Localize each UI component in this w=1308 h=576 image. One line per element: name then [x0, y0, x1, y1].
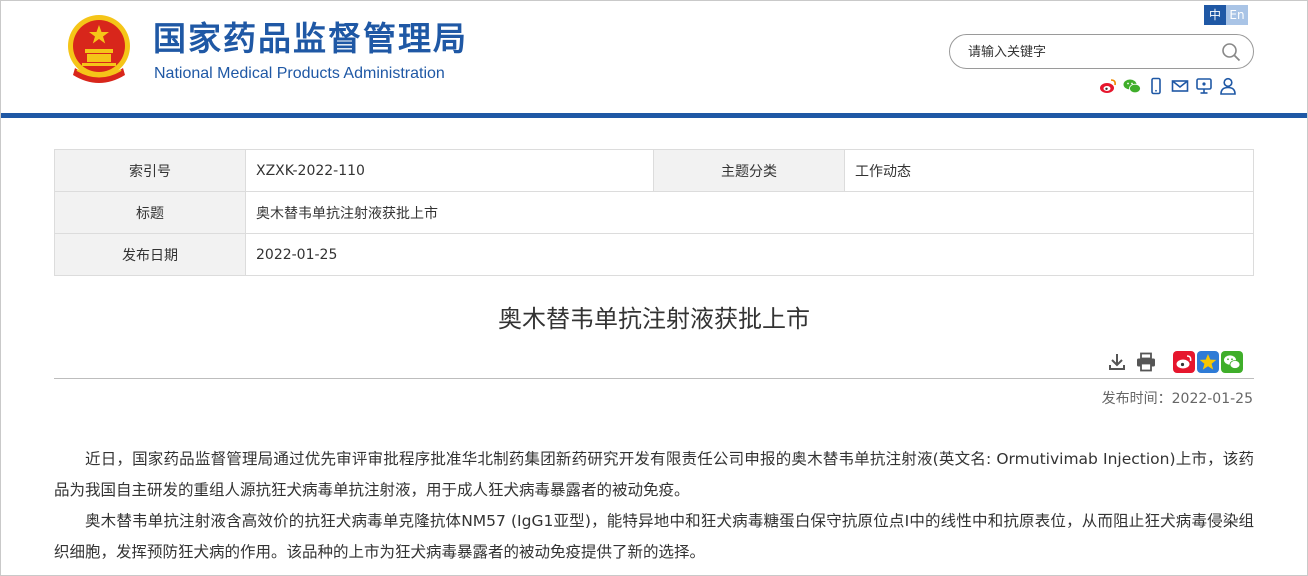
mail-icon[interactable]	[1171, 77, 1189, 95]
weibo-icon[interactable]	[1099, 77, 1117, 95]
lang-zh-button[interactable]: 中	[1204, 5, 1226, 25]
social-links	[1099, 77, 1237, 95]
date-label: 发布日期	[54, 233, 246, 276]
index-value: XZXK-2022-110	[245, 149, 654, 192]
user-icon[interactable]	[1219, 77, 1237, 95]
index-label: 索引号	[54, 149, 246, 192]
language-switch: 中 En	[1204, 5, 1248, 25]
table-row: 发布日期 2022-01-25	[54, 233, 1254, 276]
paragraph: 奥木替韦单抗注射液含高效价的抗狂犬病毒单克隆抗体NM57 (IgG1亚型)，能特…	[54, 512, 1254, 561]
search-box	[949, 34, 1254, 69]
wechat-icon[interactable]	[1123, 77, 1141, 95]
header-divider-bar	[1, 113, 1307, 118]
table-row: 索引号 XZXK-2022-110 主题分类 工作动态	[54, 149, 1254, 192]
article-title: 奥木替韦单抗注射液获批上市	[498, 305, 810, 333]
mobile-icon[interactable]	[1147, 77, 1165, 95]
topic-label: 主题分类	[653, 149, 845, 192]
table-row: 标题 奥木替韦单抗注射液获批上市	[54, 191, 1254, 234]
title-label: 标题	[54, 191, 246, 234]
site-name-en[interactable]: National Medical Products Administration	[154, 64, 445, 84]
publish-time: 发布时间：2022-01-25	[1102, 390, 1253, 408]
publish-time-value: 2022-01-25	[1171, 391, 1253, 407]
lang-en-button[interactable]: En	[1226, 5, 1248, 25]
search-icon[interactable]	[1221, 42, 1241, 62]
feedback-icon[interactable]	[1195, 77, 1213, 95]
article-body: 近日，国家药品监督管理局通过优先审评审批程序批准华北制药集团新药研究开发有限责任…	[54, 444, 1254, 568]
site-name-cn[interactable]: 国家药品监督管理局	[153, 15, 468, 63]
title-divider	[54, 378, 1254, 379]
national-emblem-logo[interactable]	[65, 13, 133, 83]
site-header: 国家药品监督管理局 National Medical Products Admi…	[1, 1, 1307, 113]
article-tools	[1107, 351, 1243, 373]
paragraph: 近日，国家药品监督管理局通过优先审评审批程序批准华北制药集团新药研究开发有限责任…	[54, 450, 1254, 499]
print-icon[interactable]	[1135, 352, 1157, 372]
title-value: 奥木替韦单抗注射液获批上市	[245, 191, 1254, 234]
search-input[interactable]	[968, 43, 1218, 61]
wechat-share-icon[interactable]	[1221, 351, 1243, 373]
topic-value: 工作动态	[844, 149, 1254, 192]
article-info-table: 索引号 XZXK-2022-110 主题分类 工作动态 标题 奥木替韦单抗注射液…	[54, 149, 1254, 276]
favorite-icon[interactable]	[1197, 351, 1219, 373]
weibo-share-icon[interactable]	[1173, 351, 1195, 373]
date-value: 2022-01-25	[245, 233, 1254, 276]
download-icon[interactable]	[1107, 352, 1127, 372]
publish-time-label: 发布时间：	[1101, 391, 1172, 407]
